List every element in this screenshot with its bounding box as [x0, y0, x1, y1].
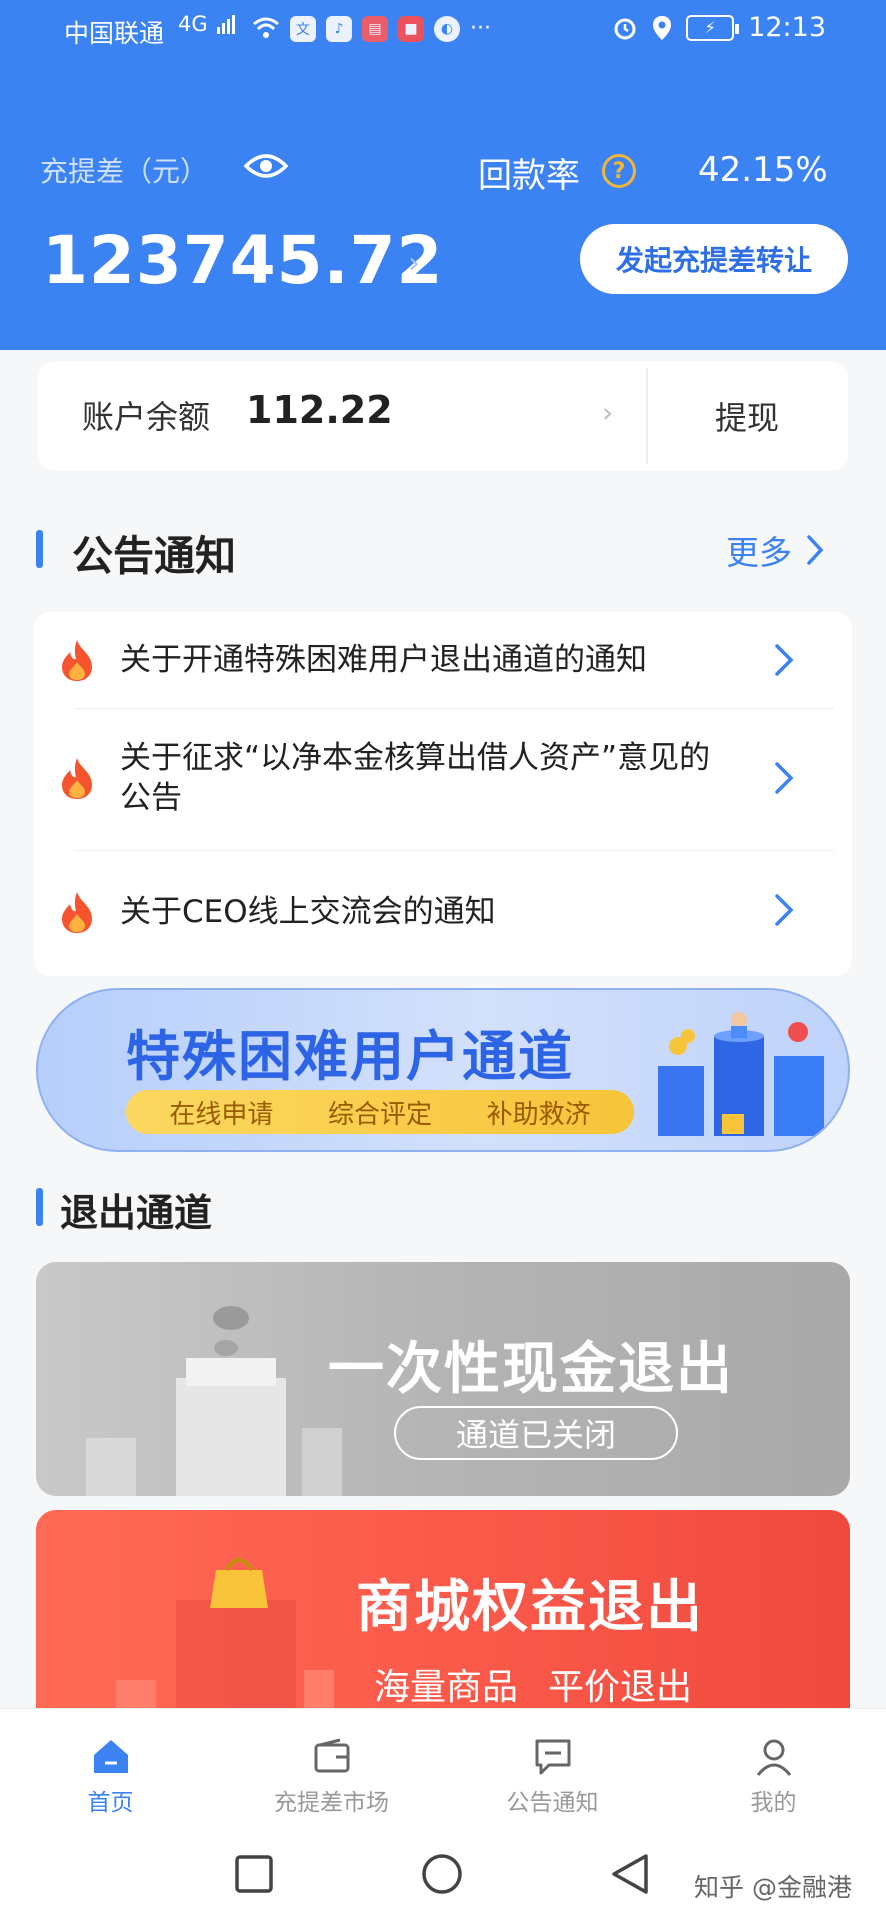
carrier-label: 中国联通: [64, 19, 165, 48]
section-accent-bar: [36, 1188, 43, 1226]
app-notification-icon: 文: [290, 16, 316, 42]
back-icon[interactable]: [608, 1852, 652, 1896]
chevron-right-icon[interactable]: ›: [602, 396, 613, 429]
account-balance-amount[interactable]: 112.22: [246, 388, 393, 432]
fire-icon: [62, 640, 92, 681]
battery-icon: ⚡: [686, 14, 740, 41]
tab-mine[interactable]: 我的: [663, 1709, 884, 1831]
banner-tag: 综合评定: [327, 1099, 432, 1130]
cash-exit-title: 一次性现金退出: [328, 1337, 734, 1402]
notification-icons: 文 ♪ ▤ ■ ◐ ···: [252, 16, 491, 42]
bottom-tab-bar: 首页 充提差市场 公告通知 我的: [0, 1708, 886, 1830]
banner-tag: 在线申请: [169, 1099, 274, 1130]
notices-title: 公告通知: [72, 532, 236, 580]
more-link[interactable]: 更多: [726, 526, 824, 574]
more-label[interactable]: 更多: [726, 526, 792, 574]
huikuan-rate: 42.15%: [698, 150, 828, 190]
wallet-icon: [314, 1738, 349, 1773]
section-accent-bar: [36, 530, 43, 568]
recents-icon[interactable]: [232, 1852, 276, 1896]
account-balance-label: 账户余额: [82, 398, 211, 436]
eye-icon[interactable]: [244, 150, 288, 182]
status-bar: 中国联通 4G 文 ♪ ▤ ■ ◐ ··· ⚡ 12:13: [0, 10, 886, 50]
music-notification-icon: ♪: [326, 16, 352, 42]
mall-exit-subtitle: 海量商品 平价退出: [374, 1658, 692, 1710]
mall-exit-illustration: [116, 1558, 334, 1710]
transfer-button[interactable]: 发起充提差转让: [580, 224, 848, 294]
banner-title: 特殊困难用户通道: [126, 1025, 574, 1088]
tab-label[interactable]: 首页: [88, 1783, 134, 1817]
chevron-right-icon[interactable]: ›: [408, 246, 420, 281]
chevron-right-icon[interactable]: [806, 534, 824, 566]
alarm-icon: [614, 18, 636, 39]
notice-text[interactable]: 关于征求“以净本金核算出借人资产”意见的公告: [120, 738, 740, 818]
wifi-icon: [253, 17, 279, 38]
huikuan-label: 回款率: [478, 156, 580, 196]
banner-illustration: [658, 1012, 824, 1136]
user-icon: [756, 1739, 791, 1776]
watermark: 知乎 @金融港: [694, 1873, 852, 1902]
fire-icon: [62, 758, 92, 799]
home-icon: [93, 1740, 128, 1773]
tab-label[interactable]: 公告通知: [507, 1783, 599, 1817]
special-channel-banner[interactable]: 特殊困难用户通道 在线申请 综合评定 补助救济: [36, 988, 850, 1152]
tab-label[interactable]: 我的: [751, 1783, 797, 1817]
store-notification-icon: ■: [398, 16, 424, 42]
cash-exit-card[interactable]: 一次性现金退出 通道已关闭: [36, 1262, 850, 1496]
location-icon: [653, 15, 672, 40]
network-type: 4G: [178, 12, 208, 36]
chevron-right-icon[interactable]: [772, 760, 796, 796]
tab-label[interactable]: 充提差市场: [274, 1783, 389, 1817]
status-right: ⚡ 12:13: [612, 12, 826, 43]
help-icon[interactable]: ?: [602, 154, 636, 188]
chongti-amount[interactable]: 123745.72: [42, 222, 443, 299]
fire-icon: [62, 892, 92, 933]
clock-time: 12:13: [748, 12, 826, 43]
mall-exit-tag: 海量商品: [374, 1667, 519, 1708]
notice-list: 关于开通特殊困难用户退出通道的通知 关于征求“以净本金核算出借人资产”意见的公告…: [34, 612, 852, 976]
notice-text[interactable]: 关于CEO线上交流会的通知: [120, 892, 740, 932]
cash-exit-illustration: [86, 1306, 342, 1496]
signal-icon: [216, 15, 235, 34]
mall-exit-card[interactable]: 商城权益退出 海量商品 平价退出: [36, 1510, 850, 1710]
notice-item[interactable]: 关于CEO线上交流会的通知: [34, 850, 852, 976]
exit-section-title: 退出通道: [60, 1191, 213, 1235]
chongti-label: 充提差（元）: [40, 155, 209, 188]
message-icon: [535, 1739, 570, 1775]
chevron-right-icon[interactable]: [772, 642, 796, 678]
more-notifications-icon: ···: [470, 16, 491, 41]
notice-item[interactable]: 关于征求“以净本金核算出借人资产”意见的公告: [34, 708, 852, 850]
withdraw-button[interactable]: 提现: [646, 362, 848, 470]
mall-exit-tag: 平价退出: [548, 1667, 693, 1708]
browser-notification-icon: ◐: [434, 16, 460, 42]
banner-tag: 补助救济: [486, 1099, 591, 1130]
home-button-icon[interactable]: [420, 1852, 464, 1896]
banner-tags: 在线申请 综合评定 补助救济: [126, 1090, 634, 1134]
tab-home[interactable]: 首页: [0, 1709, 221, 1831]
book-notification-icon: ▤: [362, 16, 388, 42]
notice-text[interactable]: 关于开通特殊困难用户退出通道的通知: [120, 640, 740, 680]
header-panel: 中国联通 4G 文 ♪ ▤ ■ ◐ ··· ⚡ 12:13 充提差（元） 回款率…: [0, 0, 886, 350]
mall-exit-title: 商城权益退出: [356, 1575, 704, 1640]
tab-notices[interactable]: 公告通知: [442, 1709, 663, 1831]
tab-market[interactable]: 充提差市场: [221, 1709, 442, 1831]
chevron-right-icon[interactable]: [772, 892, 796, 928]
signal-group: 4G: [178, 12, 238, 36]
channel-closed-badge: 通道已关闭: [394, 1406, 678, 1460]
notice-item[interactable]: 关于开通特殊困难用户退出通道的通知: [34, 612, 852, 708]
account-card: 账户余额 112.22 › 提现: [38, 362, 848, 470]
